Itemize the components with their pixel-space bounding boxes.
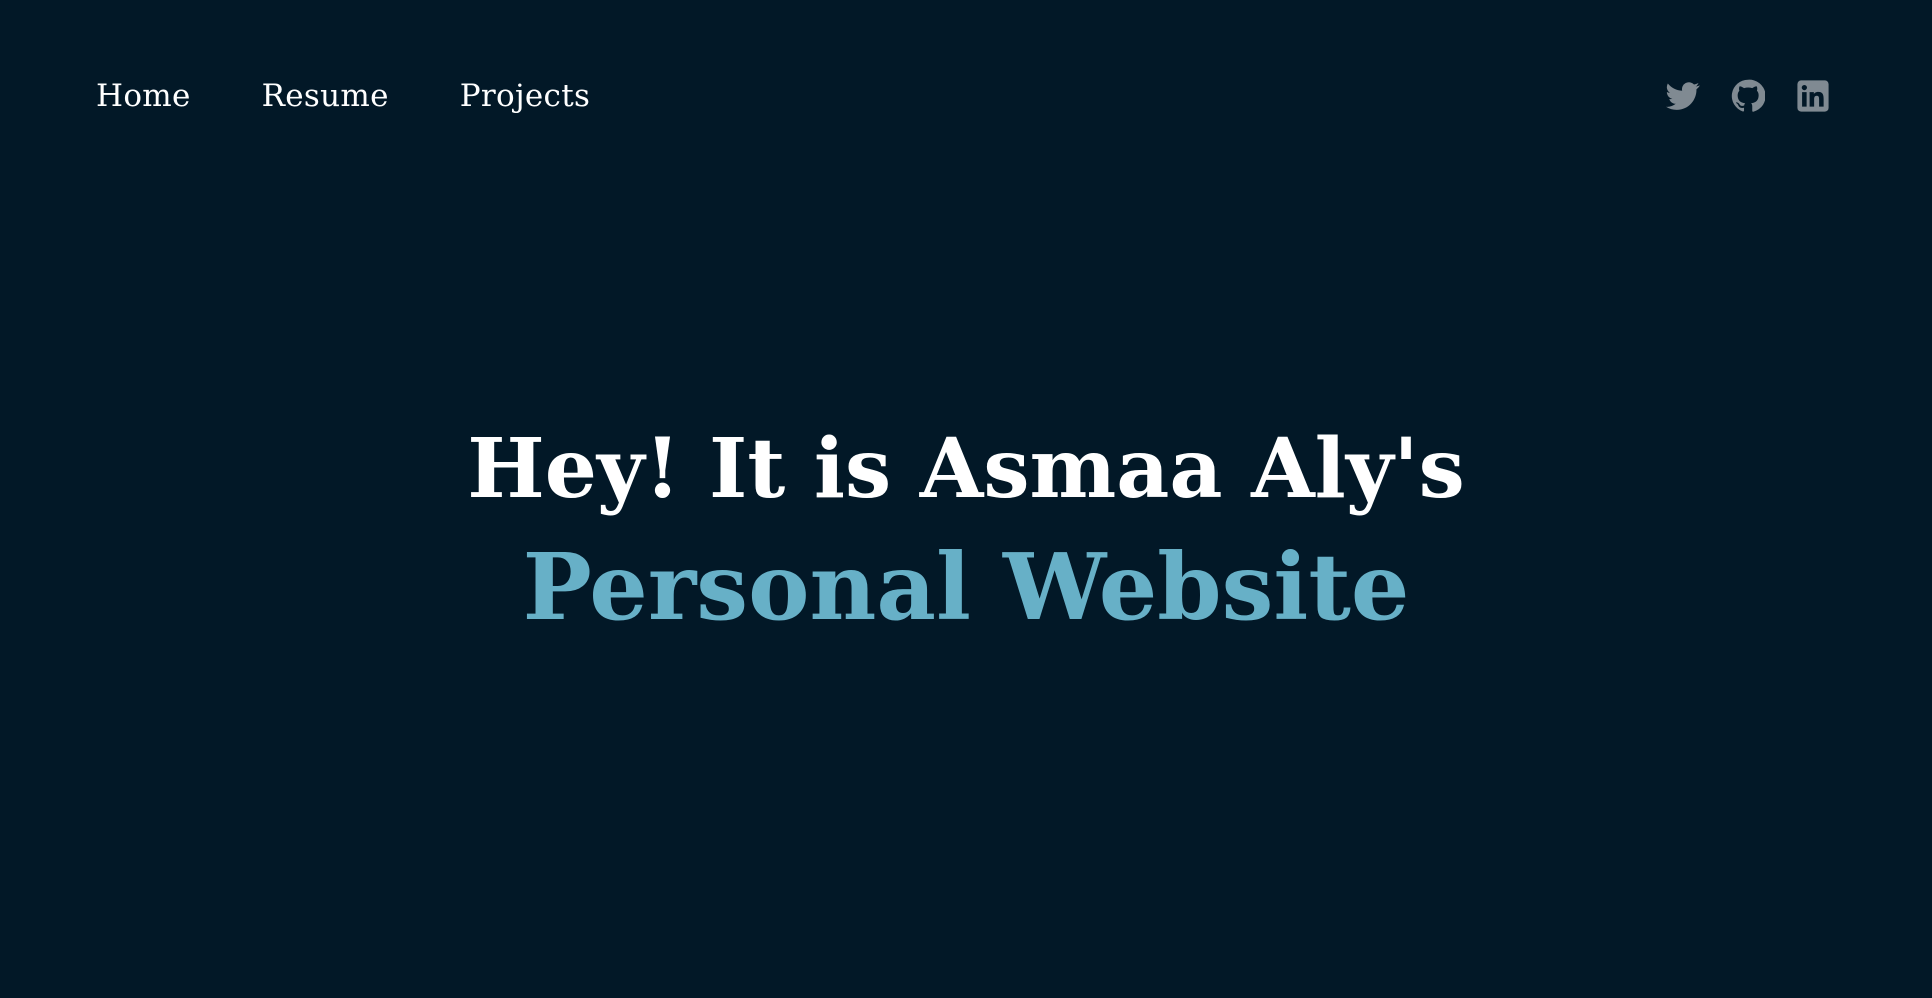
nav-link-home[interactable]: Home [96, 72, 191, 120]
hero-subtitle: Personal Website [522, 533, 1410, 641]
twitter-link[interactable] [1666, 79, 1700, 113]
github-icon [1731, 79, 1765, 112]
twitter-icon [1666, 82, 1700, 110]
page: Home Resume Projects Hey! It is Asmaa Al… [0, 0, 1932, 998]
github-link[interactable] [1731, 79, 1765, 113]
hero-greeting: Hey! It is Asmaa Aly's [467, 421, 1465, 517]
nav-link-resume[interactable]: Resume [262, 72, 389, 120]
top-nav: Home Resume Projects [96, 72, 590, 120]
nav-link-projects[interactable]: Projects [460, 72, 590, 120]
social-links [1666, 79, 1830, 113]
linkedin-link[interactable] [1796, 79, 1830, 113]
linkedin-icon [1797, 80, 1829, 112]
hero-headline: Hey! It is Asmaa Aly's Personal Website [0, 410, 1932, 646]
